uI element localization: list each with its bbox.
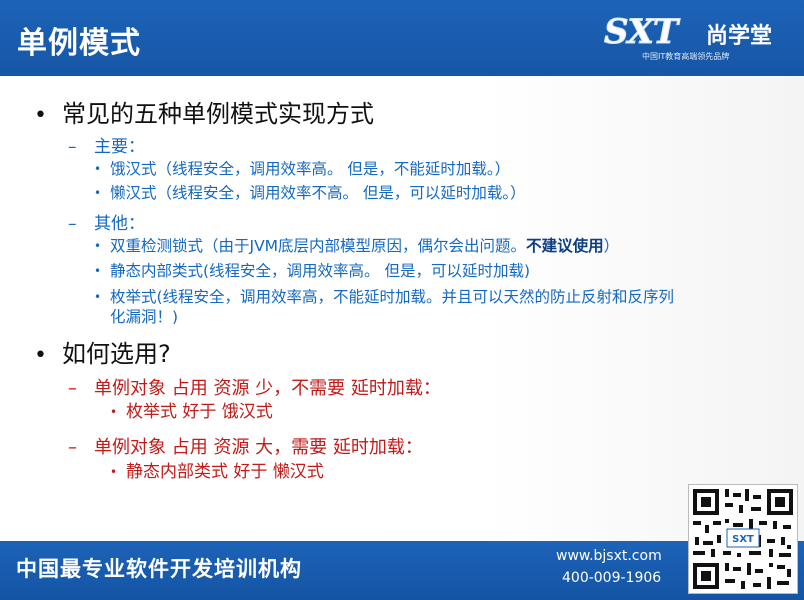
list-item: • 静态内部类式 好于 懒汉式 bbox=[110, 462, 324, 482]
footer-bar: 中国最专业软件开发培训机构 bbox=[0, 541, 804, 600]
footer-slogan: 中国最专业软件开发培训机构 bbox=[16, 557, 302, 581]
slide-title: 单例模式 bbox=[17, 26, 141, 61]
list-item: • 饿汉式（线程安全，调用效率高。 但是，不能延时加载。） bbox=[94, 160, 511, 178]
logo-brand-name: 尚学堂 bbox=[706, 24, 773, 49]
list-item: • 双重检测锁式（由于JVM底层内部模型原因，偶尔会出问题。不建议使用） bbox=[94, 237, 620, 255]
list-item: • 懒汉式（线程安全，调用效率不高。 但是，可以延时加载。） bbox=[94, 184, 526, 202]
group-heading: – 单例对象 占用 资源 大，需要 延时加载： bbox=[68, 437, 423, 458]
group-heading: – 主要： bbox=[68, 137, 145, 157]
header-bar: 单例模式 SXT 尚学堂 中国IT教育高端领先品牌 bbox=[0, 0, 804, 76]
sxt-logo: SXT 尚学堂 中国IT教育高端领先品牌 bbox=[602, 10, 790, 66]
qr-logo-label: SXT bbox=[732, 534, 754, 545]
group-heading: – 单例对象 占用 资源 少，不需要 延时加载： bbox=[68, 378, 441, 399]
footer-phone: 400-009-1906 bbox=[562, 570, 662, 586]
group-heading: – 其他： bbox=[68, 214, 145, 234]
section-heading: • 如何选用? bbox=[34, 340, 171, 368]
list-item: • 枚举式 好于 饿汉式 bbox=[110, 402, 273, 422]
slide-body: • 常见的五种单例模式实现方式 – 主要： • 饿汉式（线程安全，调用效率高。 但是，… bbox=[0, 76, 804, 541]
list-item: • 枚举式(线程安全，调用效率高，不能延时加载。并且可以天然的防止反射和反序列 化漏… bbox=[94, 288, 675, 326]
emphasis-text: 不建议使用 bbox=[526, 237, 604, 255]
bullet-dot: • bbox=[34, 343, 47, 368]
logo-tagline: 中国IT教育高端领先品牌 bbox=[642, 52, 730, 61]
bullet-dot: • bbox=[34, 103, 47, 128]
logo-sxt-text: SXT bbox=[603, 12, 678, 53]
list-item: • 静态内部类式(线程安全，调用效率高。 但是，可以延时加载) bbox=[94, 262, 531, 280]
qr-code: SXT bbox=[688, 484, 798, 594]
qr-code-icon: SXT bbox=[689, 485, 797, 593]
footer-website: www.bjsxt.com bbox=[556, 548, 662, 564]
section-heading: • 常见的五种单例模式实现方式 bbox=[34, 100, 374, 128]
